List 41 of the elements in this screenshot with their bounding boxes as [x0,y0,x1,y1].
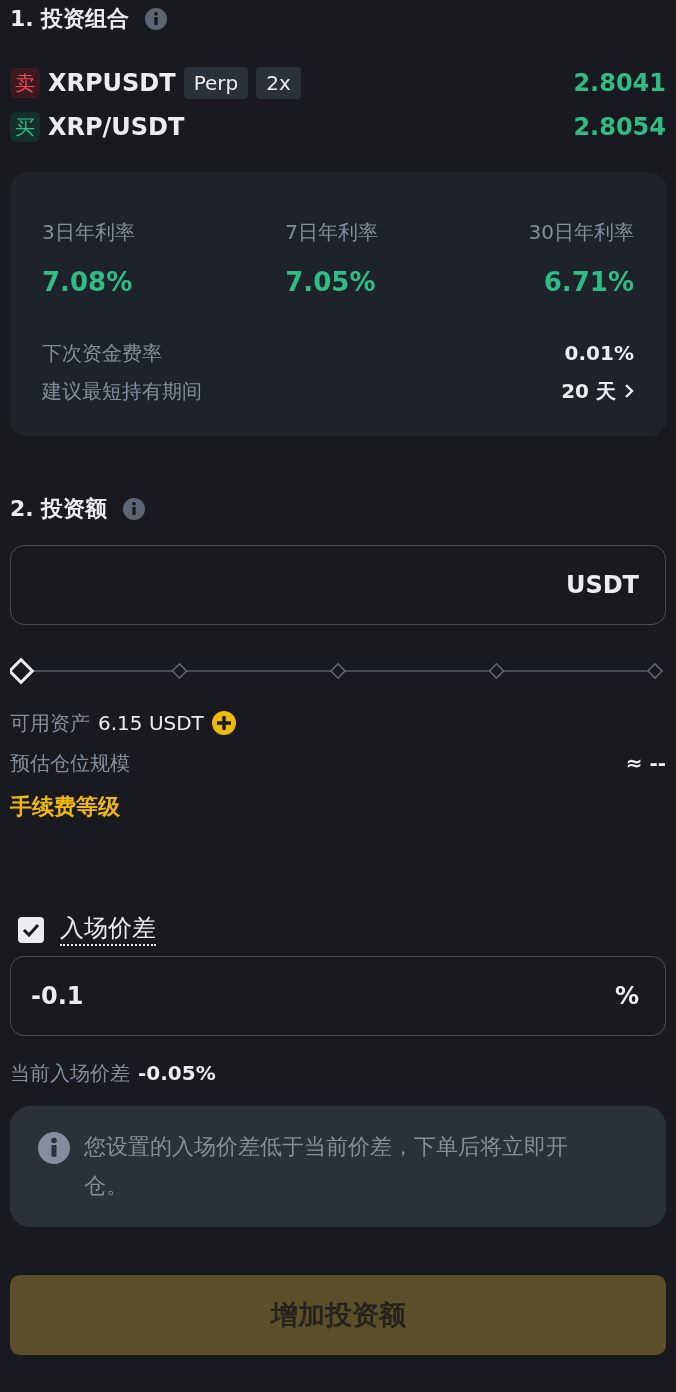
position-value: ≈ -- [625,750,666,777]
section-title: 2. 投资额 [10,495,108,523]
fee-level-link[interactable]: 手续费等级 [10,794,120,819]
detail-label: 下次资金费率 [42,340,162,367]
unit-label: USDT [565,570,639,601]
holding-period-link[interactable]: 20 天 [561,376,634,406]
add-icon[interactable] [211,711,236,735]
tag: Perp [183,67,249,99]
info-icon [38,1132,70,1165]
available-label: 可用资产 [10,710,90,737]
side-badge: 卖 [10,68,40,98]
checkmark-icon [22,922,40,937]
amount-field[interactable]: USDT [10,545,666,625]
spread-field[interactable]: -0.1 % [10,956,666,1037]
rate-label: 30日年利率 [528,219,634,246]
checkbox[interactable] [18,916,44,943]
rate-value: 7.05% [285,266,377,299]
rate-label: 3日年利率 [42,219,135,246]
section-title: 1. 投资组合 [10,5,130,33]
rate-label: 7日年利率 [285,219,378,246]
price: 2.8054 [573,112,666,143]
rate-value: 6.71% [543,266,634,299]
detail-value: 0.01% [564,340,634,367]
tag: 2x [256,67,301,99]
position-label: 预估仓位规模 [10,750,130,777]
rate-value: 7.08% [42,266,134,299]
chevron-right-icon [624,383,634,399]
info-icon [123,497,146,520]
available-value: 6.15 USDT [98,710,204,737]
price: 2.8041 [573,68,666,99]
side-badge: 买 [10,112,40,142]
info-icon [145,7,168,30]
pair-symbol: XRPUSDT [48,68,176,99]
detail-label: 建议最短持有期间 [42,378,202,405]
current-spread-value: -0.05% [138,1060,216,1088]
notice-text: 您设置的入场价差低于当前价差，下单后将立即开仓。 [84,1133,569,1200]
spread-label: 入场价差 [60,913,156,947]
current-spread-label: 当前入场价差 [10,1060,130,1088]
field-value[interactable]: -0.1 [29,957,615,1036]
unit-label: % [614,981,639,1013]
pair-symbol: XRP/USDT [48,112,185,143]
